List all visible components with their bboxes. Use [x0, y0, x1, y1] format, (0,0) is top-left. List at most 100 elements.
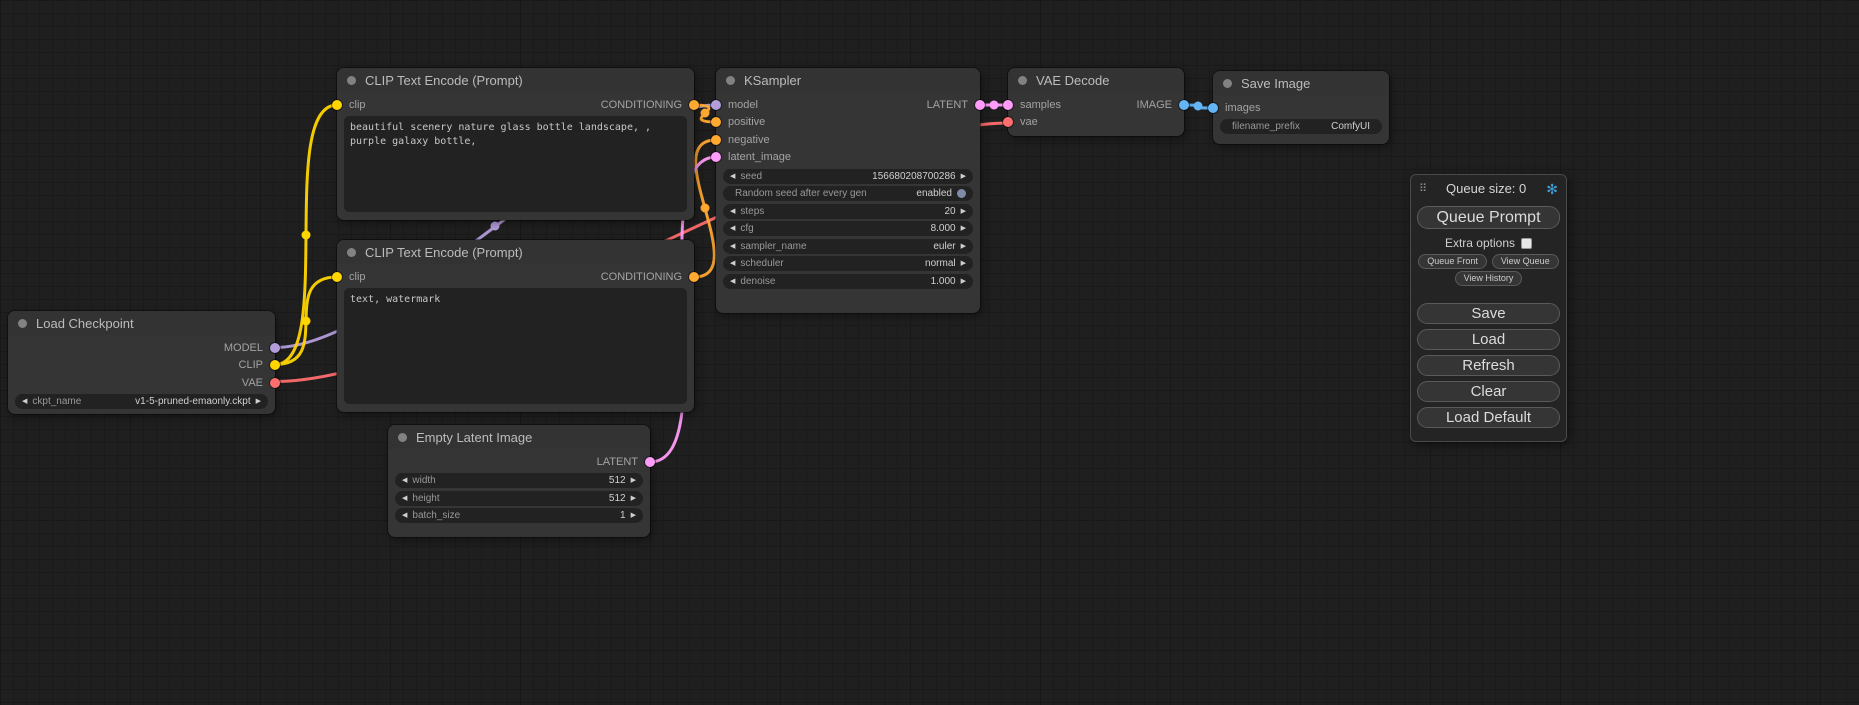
- drag-handle-icon[interactable]: ⠿: [1419, 182, 1426, 195]
- output-dot-latent[interactable]: [975, 100, 985, 110]
- node-vae-decode[interactable]: VAE Decode samples IMAGE vae: [1008, 68, 1184, 136]
- collapse-toggle-icon[interactable]: [1018, 76, 1027, 85]
- node-header[interactable]: CLIP Text Encode (Prompt): [337, 68, 694, 92]
- settings-gear-icon[interactable]: ✻: [1546, 182, 1558, 196]
- input-dot-samples[interactable]: [1003, 100, 1013, 110]
- node-empty-latent-image[interactable]: Empty Latent Image LATENT ◀ width 512 ▶ …: [388, 425, 650, 537]
- increment-arrow-icon[interactable]: ▶: [631, 495, 636, 502]
- input-dot-vae[interactable]: [1003, 117, 1013, 127]
- output-dot-latent[interactable]: [645, 457, 655, 467]
- widget-control-after-generate[interactable]: Random seed after every gen enabled: [723, 186, 973, 201]
- collapse-toggle-icon[interactable]: [347, 248, 356, 257]
- widget-value: 156680208700286: [872, 171, 955, 182]
- widget-label: filename_prefix: [1232, 121, 1300, 132]
- collapse-toggle-icon[interactable]: [1223, 79, 1232, 88]
- increment-arrow-icon[interactable]: ▶: [961, 243, 966, 250]
- increment-arrow-icon[interactable]: ▶: [631, 477, 636, 484]
- widget-value: v1-5-pruned-emaonly.ckpt: [135, 396, 250, 407]
- widget-batch-size[interactable]: ◀ batch_size 1 ▶: [395, 508, 643, 523]
- node-header[interactable]: Load Checkpoint: [8, 311, 275, 335]
- widget-value: 1: [620, 510, 626, 521]
- input-dot-model[interactable]: [711, 100, 721, 110]
- view-queue-button[interactable]: View Queue: [1492, 254, 1559, 269]
- collapse-toggle-icon[interactable]: [347, 76, 356, 85]
- input-dot-latent-image[interactable]: [711, 152, 721, 162]
- widget-cfg[interactable]: ◀ cfg 8.000 ▶: [723, 221, 973, 236]
- widget-ckpt-name[interactable]: ◀ ckpt_name v1-5-pruned-emaonly.ckpt ▶: [15, 394, 268, 409]
- node-header[interactable]: CLIP Text Encode (Prompt): [337, 240, 694, 264]
- increment-arrow-icon[interactable]: ▶: [961, 278, 966, 285]
- clear-button[interactable]: Clear: [1417, 381, 1560, 402]
- view-history-button[interactable]: View History: [1455, 271, 1523, 286]
- decrement-arrow-icon[interactable]: ◀: [730, 173, 735, 180]
- widget-width[interactable]: ◀ width 512 ▶: [395, 473, 643, 488]
- load-default-button[interactable]: Load Default: [1417, 407, 1560, 428]
- node-title: CLIP Text Encode (Prompt): [365, 73, 523, 88]
- widget-label: steps: [740, 206, 764, 217]
- node-header[interactable]: VAE Decode: [1008, 68, 1184, 92]
- decrement-arrow-icon[interactable]: ◀: [730, 208, 735, 215]
- decrement-arrow-icon[interactable]: ◀: [730, 243, 735, 250]
- decrement-arrow-icon[interactable]: ◀: [402, 512, 407, 519]
- node-clip-text-encode-positive[interactable]: CLIP Text Encode (Prompt) clip CONDITION…: [337, 68, 694, 220]
- node-save-image[interactable]: Save Image images filename_prefix ComfyU…: [1213, 71, 1389, 144]
- load-button[interactable]: Load: [1417, 329, 1560, 350]
- widget-scheduler[interactable]: ◀ scheduler normal ▶: [723, 256, 973, 271]
- toggle-icon[interactable]: [957, 189, 966, 198]
- widget-filename-prefix[interactable]: filename_prefix ComfyUI: [1220, 119, 1382, 134]
- node-header[interactable]: KSampler: [716, 68, 980, 92]
- widget-steps[interactable]: ◀ steps 20 ▶: [723, 204, 973, 219]
- widget-sampler-name[interactable]: ◀ sampler_name euler ▶: [723, 239, 973, 254]
- input-dot-negative[interactable]: [711, 135, 721, 145]
- decrement-arrow-icon[interactable]: ◀: [402, 477, 407, 484]
- input-label-model: model: [716, 99, 758, 111]
- queue-panel-header: ⠿ Queue size: 0 ✻: [1416, 180, 1561, 201]
- node-title: Empty Latent Image: [416, 430, 532, 445]
- input-dot-clip[interactable]: [332, 100, 342, 110]
- decrement-arrow-icon[interactable]: ◀: [730, 278, 735, 285]
- output-dot-conditioning[interactable]: [689, 272, 699, 282]
- widget-value: 512: [609, 475, 626, 486]
- decrement-arrow-icon[interactable]: ◀: [22, 398, 27, 405]
- node-clip-text-encode-negative[interactable]: CLIP Text Encode (Prompt) clip CONDITION…: [337, 240, 694, 412]
- increment-arrow-icon[interactable]: ▶: [631, 512, 636, 519]
- input-dot-images[interactable]: [1208, 103, 1218, 113]
- output-dot-model[interactable]: [270, 343, 280, 353]
- save-button[interactable]: Save: [1417, 303, 1560, 324]
- increment-arrow-icon[interactable]: ▶: [961, 260, 966, 267]
- collapse-toggle-icon[interactable]: [726, 76, 735, 85]
- queue-front-button[interactable]: Queue Front: [1418, 254, 1487, 269]
- prompt-textarea[interactable]: text, watermark: [344, 288, 687, 404]
- node-header[interactable]: Save Image: [1213, 71, 1389, 95]
- prompt-textarea[interactable]: beautiful scenery nature glass bottle la…: [344, 116, 687, 212]
- queue-prompt-button[interactable]: Queue Prompt: [1417, 206, 1560, 229]
- output-dot-conditioning[interactable]: [689, 100, 699, 110]
- node-ksampler[interactable]: KSampler model LATENT positive negative …: [716, 68, 980, 313]
- slot-row: LATENT: [388, 453, 650, 471]
- widget-height[interactable]: ◀ height 512 ▶: [395, 491, 643, 506]
- output-dot-clip[interactable]: [270, 360, 280, 370]
- graph-canvas[interactable]: Load Checkpoint MODEL CLIP VAE ◀ ckpt_na…: [0, 0, 1859, 705]
- input-dot-clip[interactable]: [332, 272, 342, 282]
- slot-row: negative: [716, 131, 980, 149]
- widget-denoise[interactable]: ◀ denoise 1.000 ▶: [723, 274, 973, 289]
- extra-options-checkbox[interactable]: [1521, 238, 1532, 249]
- decrement-arrow-icon[interactable]: ◀: [402, 495, 407, 502]
- output-dot-vae[interactable]: [270, 378, 280, 388]
- widget-label: denoise: [740, 276, 775, 287]
- decrement-arrow-icon[interactable]: ◀: [730, 225, 735, 232]
- increment-arrow-icon[interactable]: ▶: [961, 225, 966, 232]
- increment-arrow-icon[interactable]: ▶: [256, 398, 261, 405]
- increment-arrow-icon[interactable]: ▶: [961, 173, 966, 180]
- decrement-arrow-icon[interactable]: ◀: [730, 260, 735, 267]
- output-dot-image[interactable]: [1179, 100, 1189, 110]
- increment-arrow-icon[interactable]: ▶: [961, 208, 966, 215]
- input-dot-positive[interactable]: [711, 117, 721, 127]
- widget-seed[interactable]: ◀ seed 156680208700286 ▶: [723, 169, 973, 184]
- extra-options-label: Extra options: [1445, 236, 1515, 250]
- node-load-checkpoint[interactable]: Load Checkpoint MODEL CLIP VAE ◀ ckpt_na…: [8, 311, 275, 414]
- collapse-toggle-icon[interactable]: [398, 433, 407, 442]
- refresh-button[interactable]: Refresh: [1417, 355, 1560, 376]
- collapse-toggle-icon[interactable]: [18, 319, 27, 328]
- node-header[interactable]: Empty Latent Image: [388, 425, 650, 449]
